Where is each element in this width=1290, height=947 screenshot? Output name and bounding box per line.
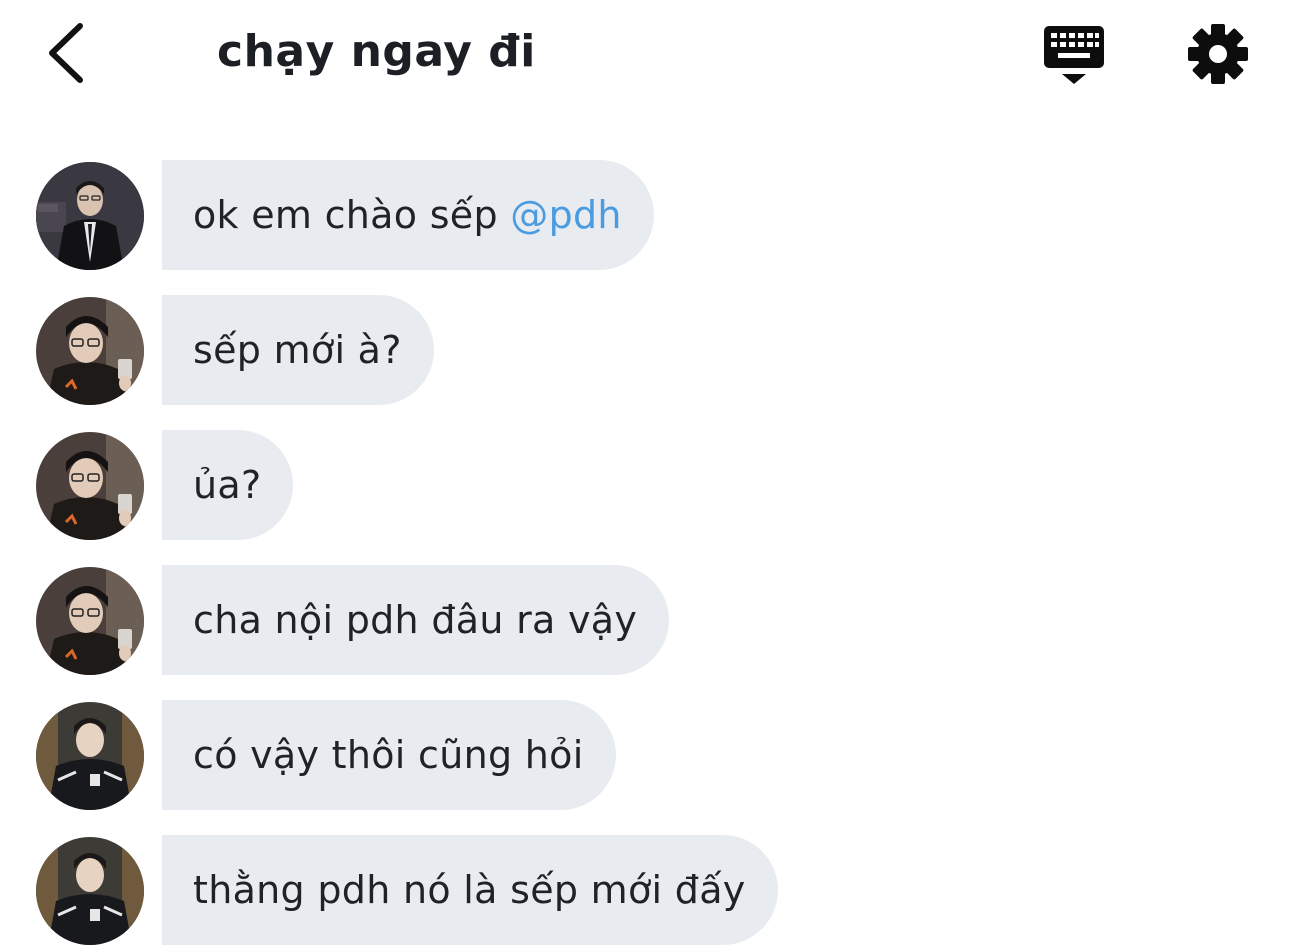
message-row: ủa?: [36, 430, 1236, 540]
keyboard-hide-icon: [1044, 26, 1104, 84]
settings-button[interactable]: [1184, 20, 1252, 88]
avatar[interactable]: [36, 837, 144, 945]
message-bubble[interactable]: sếp mới à?: [162, 295, 434, 405]
message-row: thằng pdh nó là sếp mới đấy: [36, 835, 1236, 945]
user-mention-link[interactable]: @pdh: [510, 193, 622, 237]
avatar[interactable]: [36, 162, 144, 270]
message-text: sếp mới à?: [193, 328, 402, 372]
message-bubble[interactable]: thằng pdh nó là sếp mới đấy: [162, 835, 778, 945]
avatar[interactable]: [36, 297, 144, 405]
message-bubble[interactable]: ủa?: [162, 430, 294, 540]
message-bubble[interactable]: ok em chào sếp @pdh: [162, 160, 654, 270]
hide-keyboard-button[interactable]: [1040, 22, 1108, 88]
message-bubble[interactable]: có vậy thôi cũng hỏi: [162, 700, 616, 810]
message-text: ok em chào sếp @pdh: [193, 193, 622, 237]
avatar-jacket-image: [36, 837, 144, 945]
message-row: cha nội pdh đâu ra vậy: [36, 565, 1236, 675]
message-text: thằng pdh nó là sếp mới đấy: [193, 868, 746, 912]
chat-title: chạy ngay đi: [217, 26, 536, 77]
avatar-glasses-image: [36, 432, 144, 540]
avatar-jacket-image: [36, 702, 144, 810]
avatar[interactable]: [36, 432, 144, 540]
chevron-left-icon: [49, 23, 83, 83]
avatar-suit-image: [36, 162, 144, 270]
message-text: có vậy thôi cũng hỏi: [193, 733, 584, 777]
back-button[interactable]: [40, 20, 100, 86]
message-row: ok em chào sếp @pdh: [36, 160, 1236, 270]
avatar[interactable]: [36, 702, 144, 810]
avatar-glasses-image: [36, 297, 144, 405]
chat-header: chạy ngay đi: [0, 0, 1290, 110]
message-text: cha nội pdh đâu ra vậy: [193, 598, 638, 642]
message-row: có vậy thôi cũng hỏi: [36, 700, 1236, 810]
gear-icon: [1188, 24, 1248, 84]
message-text: ủa?: [193, 463, 262, 507]
message-bubble[interactable]: cha nội pdh đâu ra vậy: [162, 565, 670, 675]
avatar[interactable]: [36, 567, 144, 675]
message-row: sếp mới à?: [36, 295, 1236, 405]
avatar-glasses-image: [36, 567, 144, 675]
